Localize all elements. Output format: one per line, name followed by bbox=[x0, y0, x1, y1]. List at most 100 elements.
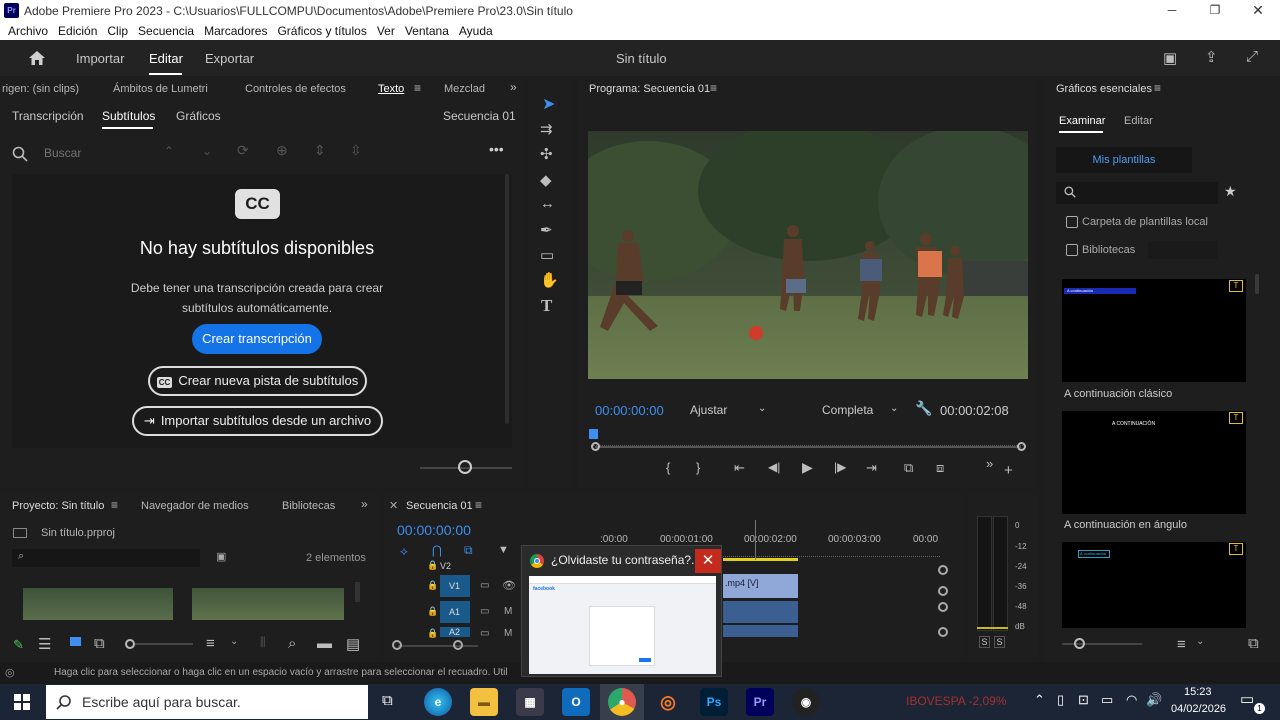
selection-tool-icon[interactable]: ➤ bbox=[542, 94, 555, 114]
mute-icon[interactable]: M bbox=[504, 628, 512, 639]
tray-icon[interactable]: ⊡ bbox=[1078, 692, 1089, 708]
solo-left-button[interactable]: S bbox=[979, 636, 990, 648]
zoom-bar-left-handle[interactable] bbox=[591, 442, 600, 451]
track-label-a2[interactable]: A2 bbox=[440, 627, 470, 637]
project-menu-icon[interactable]: ≡ bbox=[111, 498, 118, 512]
scroll-handle[interactable] bbox=[938, 627, 948, 637]
extract-icon[interactable]: ⧈ bbox=[936, 460, 944, 476]
create-caption-track-button[interactable]: CC Crear nueva pista de subtítulos bbox=[148, 366, 367, 396]
local-folder-checkbox[interactable] bbox=[1066, 216, 1078, 228]
tab-navegador-medios[interactable]: Navegador de medios bbox=[141, 500, 249, 512]
new-layer-icon[interactable]: ⧉ bbox=[1248, 635, 1259, 652]
tab-editar[interactable]: Editar bbox=[149, 51, 183, 66]
chevron-up-icon[interactable]: ⌃ bbox=[164, 144, 174, 158]
panel-menu-icon[interactable]: ≡ bbox=[414, 81, 421, 95]
menu-ventana[interactable]: Ventana bbox=[405, 22, 449, 40]
zoom-slider-handle[interactable] bbox=[125, 639, 135, 649]
mark-in-icon[interactable]: { bbox=[666, 460, 670, 475]
stock-ticker[interactable]: IBOVESPA -2,09% bbox=[906, 694, 1007, 708]
mark-out-icon[interactable]: } bbox=[696, 460, 700, 475]
tab-bibliotecas[interactable]: Bibliotecas bbox=[282, 500, 335, 512]
new-item-icon[interactable]: ▤ bbox=[346, 635, 360, 653]
clock-date[interactable]: 04/02/2026 bbox=[1171, 703, 1226, 715]
track-label-v2[interactable]: V2 bbox=[440, 561, 451, 571]
import-captions-button[interactable]: ⇥ Importar subtítulos desde un archivo bbox=[132, 406, 383, 436]
template-thumbnail[interactable]: A continuación T bbox=[1062, 279, 1246, 382]
timeline-timecode[interactable]: 00:00:00:00 bbox=[397, 522, 471, 538]
blender-icon[interactable]: ◎ bbox=[654, 688, 682, 716]
timeline-menu-icon[interactable]: ≡ bbox=[475, 498, 482, 512]
project-search-input[interactable] bbox=[12, 549, 200, 567]
playhead-marker[interactable] bbox=[589, 429, 598, 439]
chrome-taskbar-icon[interactable]: ● bbox=[608, 688, 636, 716]
more-tabs-icon[interactable]: » bbox=[361, 497, 368, 511]
list-view-icon[interactable]: ≡ bbox=[1177, 636, 1186, 653]
menu-ver[interactable]: Ver bbox=[377, 22, 395, 40]
add-button-icon[interactable]: + bbox=[1004, 462, 1013, 479]
tray-icon[interactable]: ▯ bbox=[1057, 692, 1064, 708]
settings-wrench-icon[interactable]: 🔧 bbox=[915, 400, 932, 417]
chevron-down-icon[interactable]: ⌄ bbox=[202, 144, 212, 158]
search-input[interactable] bbox=[44, 144, 154, 162]
scrollbar[interactable] bbox=[505, 174, 509, 424]
slip-tool-icon[interactable]: ↔ bbox=[540, 195, 555, 212]
chevron-down-icon[interactable]: ⌄ bbox=[230, 636, 238, 647]
windows-start-icon[interactable] bbox=[14, 694, 30, 710]
subtab-graficos[interactable]: Gráficos bbox=[176, 109, 221, 123]
obs-icon[interactable]: ◉ bbox=[792, 688, 820, 716]
playhead-line[interactable] bbox=[755, 520, 756, 560]
tab-lumetri[interactable]: Ámbitos de Lumetri bbox=[113, 83, 208, 95]
chrome-window-preview[interactable]: ¿Olvidaste tu contraseña?... ✕ facebook bbox=[521, 545, 722, 677]
favorites-star-icon[interactable]: ★ bbox=[1224, 183, 1237, 200]
snap-icon[interactable]: ⟡ bbox=[400, 544, 408, 559]
volume-icon[interactable]: 🔊 bbox=[1146, 692, 1162, 708]
file-explorer-icon[interactable]: ▬ bbox=[470, 688, 498, 716]
go-to-out-icon[interactable]: ⇥ bbox=[866, 460, 877, 476]
tray-icon[interactable]: ▭ bbox=[1101, 692, 1113, 708]
scroll-handle[interactable] bbox=[453, 640, 463, 650]
close-icon[interactable]: ✕ bbox=[1248, 0, 1268, 22]
track-label-a1[interactable]: A1 bbox=[440, 601, 470, 623]
close-preview-icon[interactable]: ✕ bbox=[695, 549, 721, 573]
add-icon[interactable]: ⊕ bbox=[276, 142, 288, 159]
template-thumbnail[interactable]: A CONTINUACIÓN T bbox=[1062, 411, 1246, 514]
mute-icon[interactable]: M bbox=[504, 606, 512, 617]
split-icon[interactable]: ⇳ bbox=[350, 142, 362, 159]
menu-graficos[interactable]: Gráficos y títulos bbox=[277, 22, 366, 40]
wifi-icon[interactable]: ◠ bbox=[1126, 692, 1137, 708]
minimize-icon[interactable]: ─ bbox=[1162, 0, 1182, 22]
thumb-size-handle[interactable] bbox=[1074, 638, 1085, 649]
fit-dropdown[interactable]: Ajustar ⌄ bbox=[690, 403, 772, 417]
project-scrollbar[interactable] bbox=[355, 582, 360, 602]
chevron-up-icon[interactable]: ⌃ bbox=[1034, 692, 1045, 708]
hand-tool-icon[interactable]: ✋ bbox=[540, 271, 559, 289]
scroll-handle[interactable] bbox=[392, 640, 402, 650]
lock-icon[interactable]: 🔒 bbox=[427, 606, 438, 617]
template-thumbnail[interactable]: A continuación T bbox=[1062, 542, 1246, 628]
templates-scrollbar[interactable] bbox=[1255, 274, 1259, 294]
toggle-output-icon[interactable]: ▭ bbox=[480, 606, 489, 617]
freeform-view-icon[interactable]: ⧉ bbox=[94, 635, 105, 652]
new-bin-icon[interactable]: ▬ bbox=[317, 635, 332, 652]
menu-clip[interactable]: Clip bbox=[107, 22, 128, 40]
lift-icon[interactable]: ⧉ bbox=[904, 460, 913, 476]
go-to-in-icon[interactable]: ⇤ bbox=[734, 460, 745, 476]
photoshop-icon[interactable]: Ps bbox=[700, 688, 728, 716]
close-sequence-icon[interactable]: ✕ bbox=[389, 499, 398, 512]
home-icon[interactable] bbox=[28, 49, 46, 67]
zoom-bar-right-handle[interactable] bbox=[1017, 442, 1026, 451]
store-icon[interactable]: ▦ bbox=[516, 688, 544, 716]
workspaces-icon[interactable]: ▣ bbox=[1163, 49, 1177, 67]
razor-tool-icon[interactable]: ◆ bbox=[540, 171, 552, 189]
scroll-handle[interactable] bbox=[938, 586, 948, 596]
outlook-icon[interactable]: O bbox=[562, 688, 590, 716]
replace-icon[interactable]: ⟳ bbox=[237, 142, 249, 159]
automate-icon[interactable]: ⫼ bbox=[260, 635, 266, 650]
libraries-checkbox[interactable] bbox=[1066, 244, 1078, 256]
subtab-subtitulos[interactable]: Subtítulos bbox=[102, 109, 155, 123]
subtab-transcripcion[interactable]: Transcripción bbox=[12, 109, 84, 123]
notification-icon[interactable]: ▭ bbox=[1240, 690, 1254, 708]
menu-secuencia[interactable]: Secuencia bbox=[138, 22, 194, 40]
zoom-bar[interactable] bbox=[595, 446, 1021, 448]
tab-editar-graficos[interactable]: Editar bbox=[1124, 115, 1153, 127]
